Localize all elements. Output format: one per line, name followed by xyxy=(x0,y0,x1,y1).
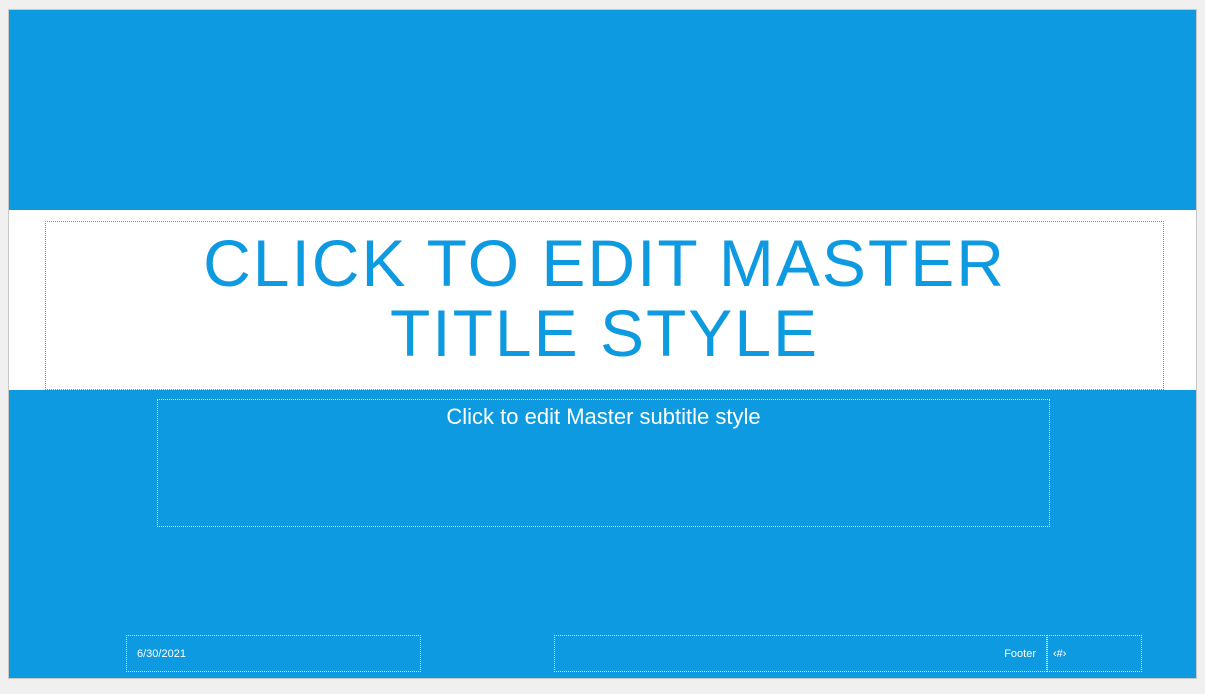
slide-master-canvas: CLICK TO EDIT MASTER TITLE STYLE Click t… xyxy=(8,9,1197,679)
footer-text: Footer xyxy=(1004,648,1036,660)
footer-placeholder[interactable]: Footer xyxy=(554,635,1047,672)
master-subtitle-text: Click to edit Master subtitle style xyxy=(446,404,761,429)
slide-number-placeholder[interactable]: ‹#› xyxy=(1047,635,1142,672)
slide-number-text: ‹#› xyxy=(1053,648,1067,660)
title-placeholder[interactable]: CLICK TO EDIT MASTER TITLE STYLE xyxy=(45,221,1164,390)
subtitle-placeholder[interactable]: Click to edit Master subtitle style xyxy=(157,399,1050,527)
master-title-text: CLICK TO EDIT MASTER TITLE STYLE xyxy=(203,226,1006,370)
date-placeholder[interactable]: 6/30/2021 xyxy=(126,635,421,672)
date-text: 6/30/2021 xyxy=(137,648,186,660)
